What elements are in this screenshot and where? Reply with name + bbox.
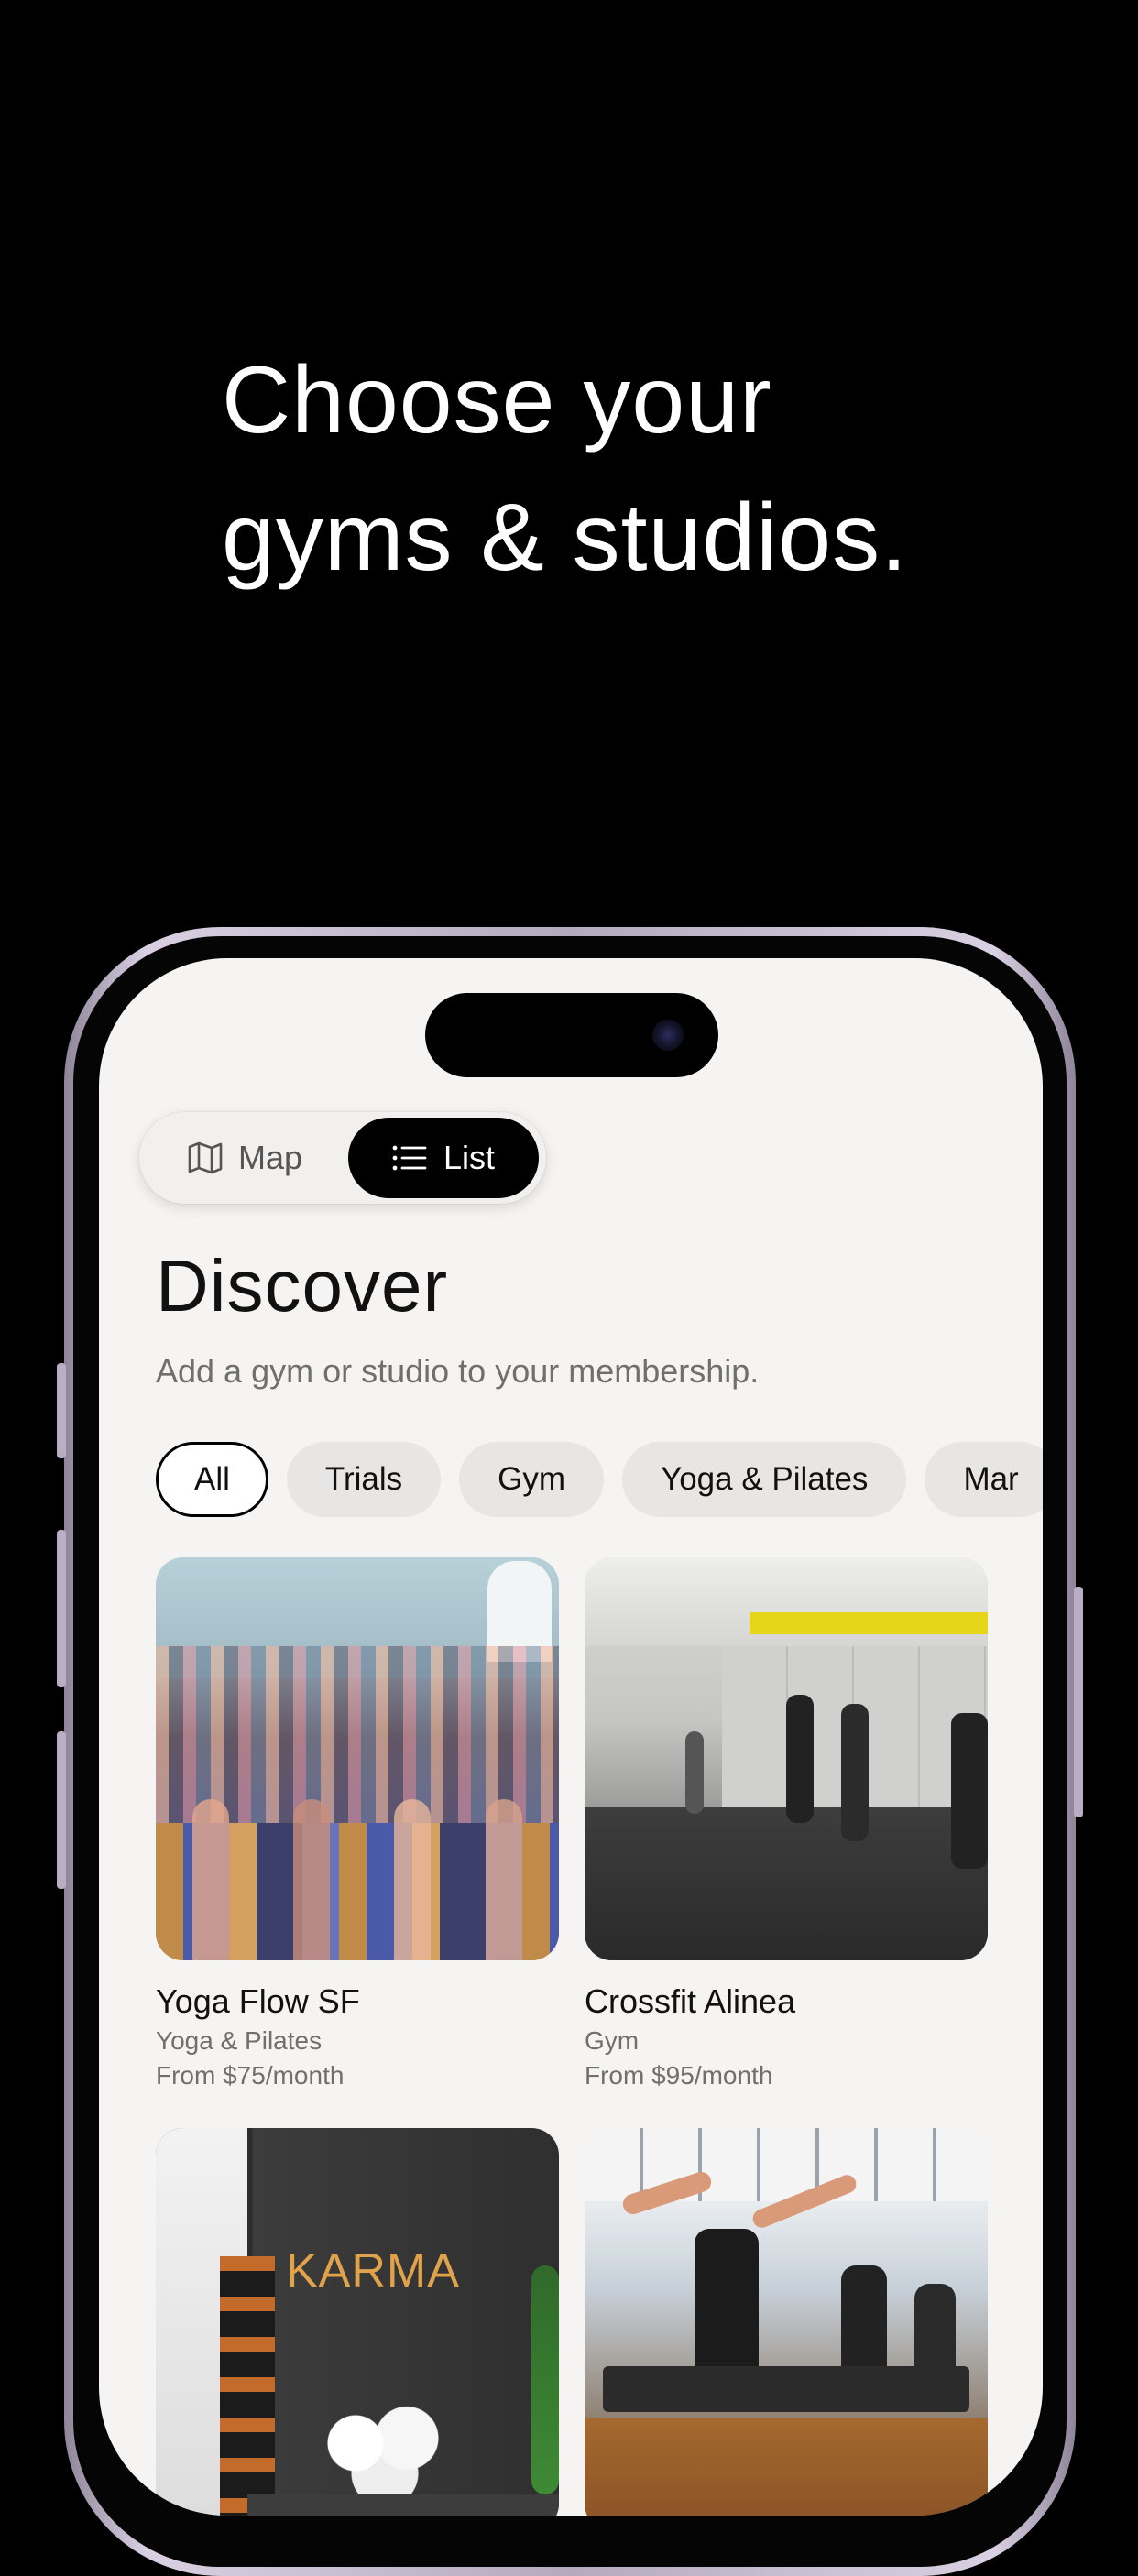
map-view-label: Map <box>237 1139 303 1176</box>
view-toggle: Map List <box>139 1112 546 1204</box>
headline: Choose your gyms & studios. <box>222 332 908 606</box>
studio-name: Yoga Flow SF <box>156 1982 360 2020</box>
studio-category: Gym <box>585 2026 640 2055</box>
side-button-power <box>1074 1587 1083 1817</box>
headline-line-2: gyms & studios. <box>222 485 909 591</box>
page-subtitle: Add a gym or studio to your membership. <box>156 1352 760 1390</box>
karma-studio-photo: KARMA <box>156 2128 559 2516</box>
studio-card-crossfit-alinea[interactable]: Crossfit Alinea Gym From $95/month <box>585 1557 988 2090</box>
side-button-volume-down <box>57 1731 66 1889</box>
camera-icon <box>652 1020 684 1051</box>
list-view-label: List <box>443 1139 496 1176</box>
studio-category: Yoga & Pilates <box>156 2026 323 2055</box>
filter-chip-yoga-pilates[interactable]: Yoga & Pilates <box>622 1442 907 1517</box>
studio-name: Crossfit Alinea <box>585 1982 796 2020</box>
dynamic-island <box>425 993 718 1077</box>
headline-line-1: Choose your <box>222 347 772 453</box>
yoga-class-photo <box>156 1557 559 1960</box>
studio-price: From $75/month <box>156 2061 345 2090</box>
karma-sign: KARMA <box>286 2244 460 2298</box>
studio-card-karma[interactable]: KARMA <box>156 2128 559 2516</box>
filter-chip-all[interactable]: All <box>156 1442 268 1517</box>
list-icon <box>392 1144 427 1172</box>
studio-card-pilates[interactable] <box>585 2128 988 2516</box>
filter-chip-gym[interactable]: Gym <box>459 1442 605 1517</box>
studio-card-yoga-flow-sf[interactable]: Yoga Flow SF Yoga & Pilates From $75/mon… <box>156 1557 559 2090</box>
filter-chip-trials[interactable]: Trials <box>286 1442 442 1517</box>
phone-screen: Map List Discover Add a gym or studio to… <box>99 958 1043 2516</box>
crossfit-handstand-photo <box>585 1557 988 1960</box>
side-button-action <box>57 1363 66 1458</box>
map-view-button[interactable]: Map <box>139 1112 350 1204</box>
filter-chips: All Trials Gym Yoga & Pilates Mar <box>156 1442 1043 1517</box>
studio-price: From $95/month <box>585 2061 773 2090</box>
page-title: Discover <box>156 1245 449 1326</box>
list-view-button[interactable]: List <box>348 1118 539 1198</box>
pilates-class-photo <box>585 2128 988 2516</box>
map-icon <box>187 1141 224 1174</box>
side-button-volume-up <box>57 1530 66 1687</box>
filter-chip-partial[interactable]: Mar <box>925 1442 1043 1517</box>
